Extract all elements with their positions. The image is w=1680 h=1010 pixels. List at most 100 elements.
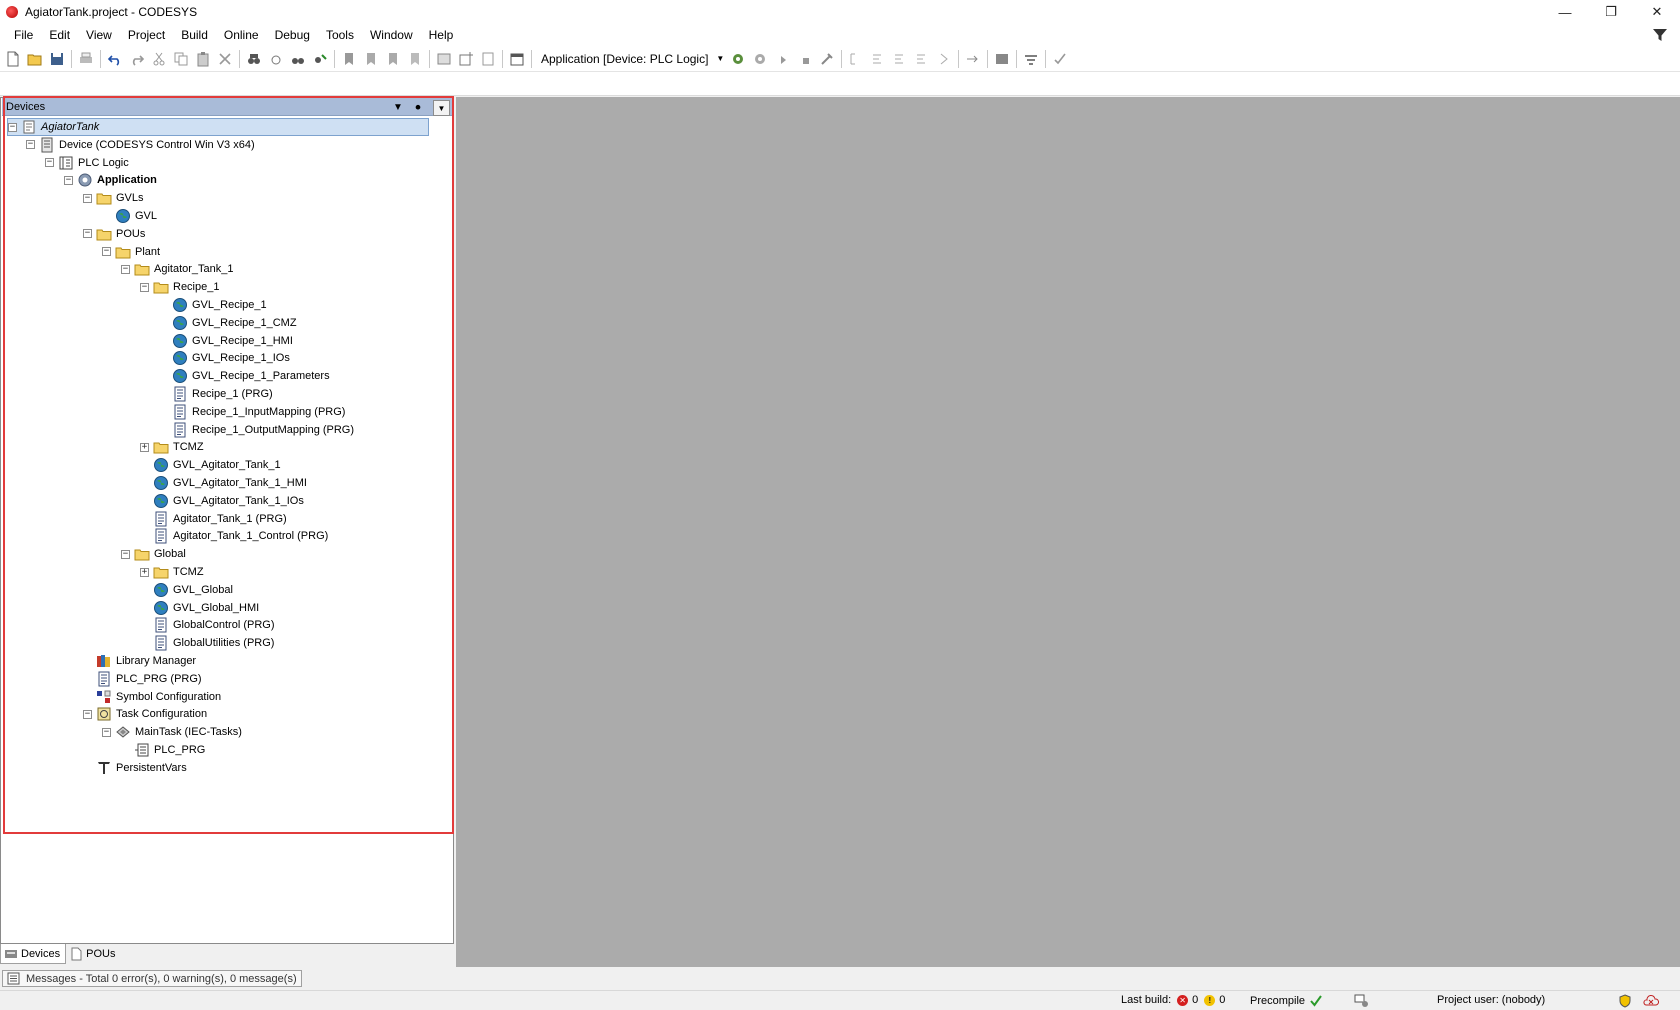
collapse-icon[interactable]: − xyxy=(45,158,54,168)
calendar-icon[interactable] xyxy=(506,48,528,70)
tree-node[interactable]: − Agitator_Tank_1 xyxy=(121,260,234,278)
pin-icon[interactable]: ⦁ xyxy=(408,99,428,115)
step-over-icon[interactable] xyxy=(845,48,867,70)
find-replace-icon[interactable] xyxy=(309,48,331,70)
set-next-statement-icon[interactable] xyxy=(933,48,955,70)
tree-node[interactable]: Recipe_1_InputMapping (PRG) xyxy=(159,403,345,421)
menu-debug[interactable]: Debug xyxy=(267,24,318,46)
show-current-statement-icon[interactable] xyxy=(962,48,984,70)
open-project-icon[interactable] xyxy=(24,48,46,70)
collapse-icon[interactable]: − xyxy=(83,709,92,719)
delete-icon[interactable] xyxy=(214,48,236,70)
undo-icon[interactable] xyxy=(104,48,126,70)
prev-bookmark-icon[interactable] xyxy=(360,48,382,70)
tree-node[interactable]: − MainTask (IEC-Tasks) xyxy=(102,723,242,741)
tree-node[interactable]: Recipe_1 (PRG) xyxy=(159,385,273,403)
restore-button[interactable]: ❐ xyxy=(1588,0,1634,24)
paste-icon[interactable] xyxy=(192,48,214,70)
tree-node[interactable]: Recipe_1_OutputMapping (PRG) xyxy=(159,421,354,439)
pane-menu-icon[interactable]: ▼ xyxy=(388,99,408,115)
collapse-icon[interactable]: − xyxy=(140,282,149,292)
collapse-icon[interactable]: − xyxy=(121,549,130,559)
collapse-icon[interactable]: − xyxy=(83,193,92,203)
minimize-button[interactable]: — xyxy=(1542,0,1588,24)
network-status-icon[interactable] xyxy=(1354,994,1370,1008)
find-icon[interactable] xyxy=(243,48,265,70)
tree-node[interactable]: PLC_PRG xyxy=(121,741,205,759)
tree-node[interactable]: Library Manager xyxy=(83,652,196,670)
collapse-icon[interactable]: − xyxy=(83,229,92,239)
tree-node[interactable]: GVL_Global_HMI xyxy=(140,599,259,617)
tree-node[interactable]: GVL_Recipe_1_Parameters xyxy=(159,367,330,385)
start-icon[interactable] xyxy=(772,48,794,70)
tree-node[interactable]: Agitator_Tank_1 (PRG) xyxy=(140,510,287,528)
menu-online[interactable]: Online xyxy=(216,24,267,46)
redo-icon[interactable] xyxy=(126,48,148,70)
new-project-icon[interactable] xyxy=(2,48,24,70)
cut-icon[interactable] xyxy=(148,48,170,70)
tree-node[interactable]: − Device (CODESYS Control Win V3 x64) xyxy=(26,136,255,154)
next-bookmark-icon[interactable] xyxy=(382,48,404,70)
tree-node[interactable]: − Recipe_1 xyxy=(140,278,219,296)
tree-node[interactable]: + TCMZ xyxy=(140,438,204,456)
login-icon[interactable] xyxy=(728,48,750,70)
tree-node[interactable]: GVL_Recipe_1_IOs xyxy=(159,349,290,367)
check-icon[interactable] xyxy=(1049,48,1071,70)
menu-edit[interactable]: Edit xyxy=(41,24,78,46)
root-dropdown-button[interactable]: ▼ xyxy=(433,100,450,116)
find-next-icon[interactable] xyxy=(265,48,287,70)
tree-node[interactable]: GlobalControl (PRG) xyxy=(140,616,274,634)
menu-file[interactable]: File xyxy=(6,24,41,46)
cloud-disconnected-icon[interactable] xyxy=(1642,994,1660,1008)
collapse-icon[interactable]: − xyxy=(26,140,35,150)
tree-node[interactable]: − Global xyxy=(121,545,186,563)
close-window-button[interactable]: ✕ xyxy=(1634,0,1680,24)
force-values-icon[interactable] xyxy=(991,48,1013,70)
tree-node[interactable]: Agitator_Tank_1_Control (PRG) xyxy=(140,527,328,545)
step-into-icon[interactable] xyxy=(867,48,889,70)
tree-node[interactable]: GVL_Agitator_Tank_1_HMI xyxy=(140,474,307,492)
reset-tools-icon[interactable] xyxy=(816,48,838,70)
tree-node[interactable]: GlobalUtilities (PRG) xyxy=(140,634,274,652)
bookmark-icon[interactable] xyxy=(338,48,360,70)
tree-node[interactable]: − AgiatorTank xyxy=(7,118,429,136)
tree-node[interactable]: − PLC Logic xyxy=(45,154,129,172)
menu-tools[interactable]: Tools xyxy=(318,24,362,46)
tree-node[interactable]: GVL_Recipe_1_HMI xyxy=(159,332,293,350)
add-object-icon[interactable] xyxy=(455,48,477,70)
tree-node[interactable]: − POUs xyxy=(83,225,145,243)
tree-node[interactable]: − Application xyxy=(64,171,157,189)
menu-window[interactable]: Window xyxy=(362,24,421,46)
run-to-cursor-icon[interactable] xyxy=(911,48,933,70)
stop-icon[interactable] xyxy=(794,48,816,70)
precompile-status[interactable]: Precompile xyxy=(1250,994,1323,1008)
tree-node[interactable]: GVL xyxy=(102,207,157,225)
tree-node[interactable]: Symbol Configuration xyxy=(83,688,221,706)
menu-build[interactable]: Build xyxy=(173,24,216,46)
logout-icon[interactable] xyxy=(750,48,772,70)
collapse-icon[interactable]: − xyxy=(64,175,73,185)
menu-project[interactable]: Project xyxy=(120,24,173,46)
collapse-icon[interactable]: − xyxy=(121,264,130,274)
filter-icon[interactable] xyxy=(1652,27,1668,43)
step-out-icon[interactable] xyxy=(889,48,911,70)
collapse-icon[interactable]: − xyxy=(102,247,111,257)
tab-devices[interactable]: Devices xyxy=(0,944,67,964)
tree-node[interactable]: − Plant xyxy=(102,243,160,261)
copy-icon[interactable] xyxy=(170,48,192,70)
print-icon[interactable] xyxy=(75,48,97,70)
properties-icon[interactable] xyxy=(477,48,499,70)
tree-node[interactable]: − GVLs xyxy=(83,189,144,207)
tab-pous[interactable]: POUs xyxy=(66,944,120,964)
tree-node[interactable]: GVL_Global xyxy=(140,581,233,599)
tree-node[interactable]: + TCMZ xyxy=(140,563,204,581)
collapse-icon[interactable]: − xyxy=(8,122,17,132)
tree-node[interactable]: GVL_Agitator_Tank_1_IOs xyxy=(140,492,304,510)
security-shield-icon[interactable] xyxy=(1618,994,1632,1008)
tree-node[interactable]: GVL_Recipe_1_CMZ xyxy=(159,314,297,332)
menu-help[interactable]: Help xyxy=(421,24,462,46)
clear-bookmarks-icon[interactable] xyxy=(404,48,426,70)
collapse-icon[interactable]: − xyxy=(102,727,111,737)
replace-icon[interactable] xyxy=(287,48,309,70)
expand-icon[interactable]: + xyxy=(140,567,149,577)
